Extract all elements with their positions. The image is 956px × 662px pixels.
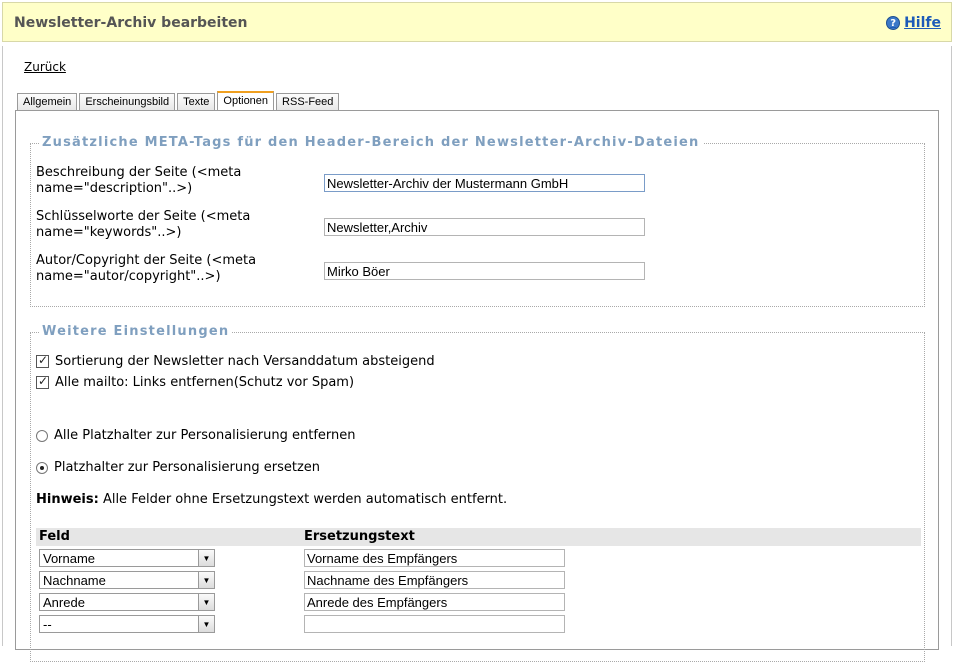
author-label: Autor/Copyright der Seite (<meta name="a… (36, 253, 257, 284)
hint-message: Alle Felder ohne Ersetzungstext werden a… (98, 492, 508, 507)
tab-bar: Allgemein Erscheinungsbild Texte Optione… (17, 91, 340, 111)
field-select-value: Anrede (43, 595, 85, 610)
tab-rss-feed[interactable]: RSS-Feed (276, 93, 340, 111)
page-title: Newsletter-Archiv bearbeiten (14, 15, 248, 31)
replacement-input-1[interactable] (304, 549, 565, 567)
remove-placeholders-label: Alle Platzhalter zur Personalisierung en… (54, 428, 356, 443)
settings-legend: Weitere Einstellungen (39, 324, 233, 339)
field-select-2[interactable]: Nachname ▼ (39, 571, 215, 589)
hint-label: Hinweis: (36, 492, 99, 507)
field-select-value: Vorname (43, 551, 96, 566)
remove-mailto-checkbox[interactable]: ✓ (36, 374, 49, 389)
sort-label: Sortierung der Newsletter nach Versandda… (55, 354, 435, 369)
field-select-3[interactable]: Anrede ▼ (39, 593, 215, 611)
replace-placeholders-label: Platzhalter zur Personalisierung ersetze… (54, 460, 321, 475)
description-label: Beschreibung der Seite (<meta name="desc… (36, 165, 242, 196)
replacement-input-4[interactable] (304, 615, 565, 633)
description-input[interactable] (324, 174, 645, 192)
page-header: Newsletter-Archiv bearbeiten ? Hilfe (2, 2, 952, 42)
column-field: Feld (39, 529, 70, 544)
chevron-down-icon[interactable]: ▼ (198, 572, 214, 588)
back-link[interactable]: Zurück (24, 60, 66, 74)
hint-text: Hinweis: Alle Felder ohne Ersetzungstext… (36, 492, 507, 507)
meta-tags-section: Zusätzliche META-Tags für den Header-Ber… (30, 135, 925, 307)
keywords-label: Schlüsselworte der Seite (<meta name="ke… (36, 209, 251, 240)
field-select-value: Nachname (43, 573, 106, 588)
remove-mailto-label: Alle mailto: Links entfernen(Schutz vor … (55, 375, 355, 390)
meta-tags-legend: Zusätzliche META-Tags für den Header-Ber… (39, 135, 703, 150)
remove-placeholders-radio[interactable] (36, 429, 48, 442)
sort-checkbox[interactable]: ✓ (36, 353, 49, 368)
tab-optionen[interactable]: Optionen (217, 91, 275, 111)
replacement-input-2[interactable] (304, 571, 565, 589)
chevron-down-icon[interactable]: ▼ (198, 550, 214, 566)
replace-placeholders-radio[interactable] (36, 461, 48, 474)
tab-erscheinungsbild[interactable]: Erscheinungsbild (79, 93, 176, 111)
author-input[interactable] (324, 262, 645, 280)
replacement-table-header: Feld Ersetzungstext (36, 528, 921, 546)
field-select-value: -- (43, 617, 52, 632)
help-label[interactable]: Hilfe (904, 15, 941, 31)
remove-mailto-option[interactable]: ✓ Alle mailto: Links entfernen(Schutz vo… (36, 374, 355, 390)
remove-placeholders-option[interactable]: Alle Platzhalter zur Personalisierung en… (36, 428, 355, 443)
field-select-1[interactable]: Vorname ▼ (39, 549, 215, 567)
check-icon: ✓ (38, 353, 49, 367)
tab-panel-optionen: Zusätzliche META-Tags für den Header-Ber… (15, 110, 939, 662)
sort-option[interactable]: ✓ Sortierung der Newsletter nach Versand… (36, 353, 435, 369)
chevron-down-icon[interactable]: ▼ (198, 594, 214, 610)
column-replacement: Ersetzungstext (304, 529, 415, 544)
help-link[interactable]: ? Hilfe (886, 15, 941, 31)
replacement-input-3[interactable] (304, 593, 565, 611)
help-icon[interactable]: ? (886, 16, 901, 30)
tab-allgemein[interactable]: Allgemein (17, 93, 78, 111)
settings-section: Weitere Einstellungen ✓ Sortierung der N… (30, 324, 925, 662)
field-select-4[interactable]: -- ▼ (39, 615, 215, 633)
keywords-input[interactable] (324, 218, 645, 236)
check-icon: ✓ (38, 374, 49, 388)
replace-placeholders-option[interactable]: Platzhalter zur Personalisierung ersetze… (36, 460, 320, 475)
tab-texte[interactable]: Texte (177, 93, 216, 111)
chevron-down-icon[interactable]: ▼ (198, 616, 214, 632)
